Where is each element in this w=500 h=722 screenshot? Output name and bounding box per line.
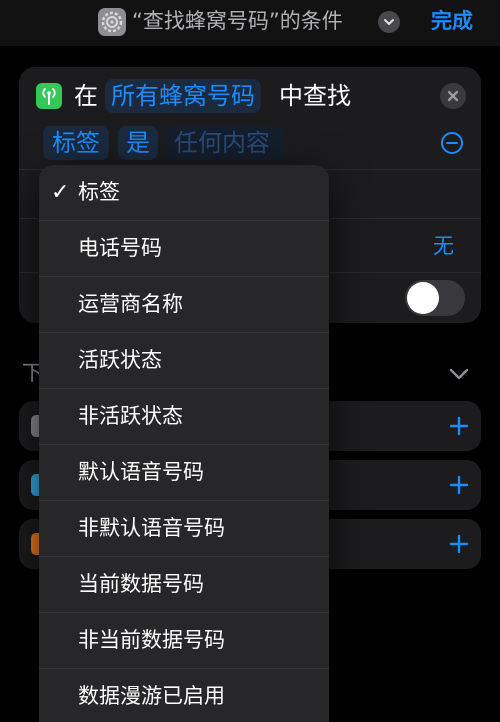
menu-item-text: 非默认语音号码	[78, 516, 225, 540]
toggle-switch[interactable]	[405, 280, 465, 316]
nav-header: “查找蜂窝号码”的条件 完成	[0, 0, 500, 46]
condition-field-selector[interactable]: 标签	[43, 126, 109, 160]
menu-item-text: 默认语音号码	[78, 460, 204, 484]
menu-item-non-default-voice[interactable]: 非默认语音号码	[39, 501, 329, 557]
menu-item-default-voice[interactable]: 默认语音号码	[39, 445, 329, 501]
menu-item-inactive-status[interactable]: 非活跃状态	[39, 389, 329, 445]
plus-icon[interactable]	[448, 474, 470, 496]
menu-item-phone-number[interactable]: 电话号码	[39, 221, 329, 277]
menu-item-text: 标签	[78, 180, 120, 204]
menu-item-text: 电话号码	[78, 236, 162, 260]
row-value-none[interactable]: 无	[433, 232, 454, 260]
scope-selector[interactable]: 所有蜂窝号码	[105, 79, 261, 113]
scope-suffix-label: 中查找	[279, 82, 351, 110]
menu-item-label[interactable]: ✓ 标签	[39, 165, 329, 221]
checkmark-icon: ✓	[51, 180, 70, 205]
menu-item-text: 活跃状态	[78, 348, 162, 372]
menu-item-active-status[interactable]: 活跃状态	[39, 333, 329, 389]
chevron-down-icon[interactable]	[448, 366, 470, 380]
antenna-icon	[36, 83, 62, 109]
menu-item-non-current-data[interactable]: 非当前数据号码	[39, 613, 329, 669]
close-icon[interactable]	[440, 83, 466, 109]
minus-circle-icon[interactable]	[440, 131, 464, 155]
chevron-down-icon[interactable]	[378, 11, 400, 33]
settings-gear-icon[interactable]	[98, 8, 126, 36]
plus-icon[interactable]	[448, 415, 470, 437]
condition-value-input[interactable]: 任何内容	[166, 126, 284, 160]
menu-item-text: 运营商名称	[78, 292, 183, 316]
plus-icon[interactable]	[448, 533, 470, 555]
menu-item-text: 非活跃状态	[78, 404, 183, 428]
done-button[interactable]: 完成	[431, 6, 473, 36]
page-title: “查找蜂窝号码”的条件	[132, 9, 343, 33]
menu-item-text: 数据漫游已启用	[78, 684, 225, 708]
condition-operator-selector[interactable]: 是	[118, 126, 158, 160]
scope-prefix-label: 在	[74, 82, 98, 110]
toggle-knob	[407, 282, 439, 314]
field-dropdown-menu: ✓ 标签 电话号码 运营商名称 活跃状态 非活跃状态 默认语音号码 非默认语音号…	[39, 165, 329, 722]
menu-item-text: 当前数据号码	[78, 572, 204, 596]
menu-item-current-data[interactable]: 当前数据号码	[39, 557, 329, 613]
menu-item-carrier-name[interactable]: 运营商名称	[39, 277, 329, 333]
menu-item-text: 非当前数据号码	[78, 628, 225, 652]
menu-item-data-roaming[interactable]: 数据漫游已启用	[39, 669, 329, 722]
